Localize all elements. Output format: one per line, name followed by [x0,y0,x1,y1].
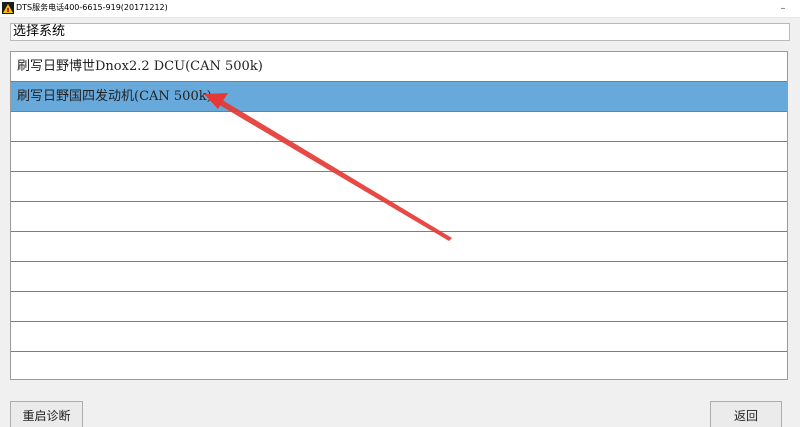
header-title: 选择系统 [13,24,66,39]
minimize-button[interactable]: – [766,0,800,17]
window-title: DTS服务电话400-6615-919(20171212) [16,3,168,12]
title-bar: DTS服务电话400-6615-919(20171212) – [0,0,800,18]
app-window: DTS服务电话400-6615-919(20171212) – 选择系统 刷写日… [0,0,800,427]
list-item[interactable] [11,262,787,292]
restart-diagnosis-button[interactable]: 重启诊断 [10,401,83,427]
list-item[interactable] [11,322,787,352]
list-item[interactable] [11,112,787,142]
list-item[interactable] [11,352,787,379]
back-button[interactable]: 返回 [710,401,782,427]
list-item[interactable]: 刷写日野博世Dnox2.2 DCU(CAN 500k) [11,52,787,82]
system-select-header: 选择系统 [10,23,790,41]
list-item[interactable] [11,142,787,172]
app-logo-icon [2,2,14,14]
system-list: 刷写日野博世Dnox2.2 DCU(CAN 500k) 刷写日野国四发动机(CA… [10,51,788,380]
list-item[interactable] [11,232,787,262]
list-item-label: 刷写日野国四发动机(CAN 500k) [17,89,212,104]
list-item-selected[interactable]: 刷写日野国四发动机(CAN 500k) [11,82,787,112]
list-item[interactable] [11,292,787,322]
list-item[interactable] [11,202,787,232]
list-item[interactable] [11,172,787,202]
list-item-label: 刷写日野博世Dnox2.2 DCU(CAN 500k) [17,59,263,74]
